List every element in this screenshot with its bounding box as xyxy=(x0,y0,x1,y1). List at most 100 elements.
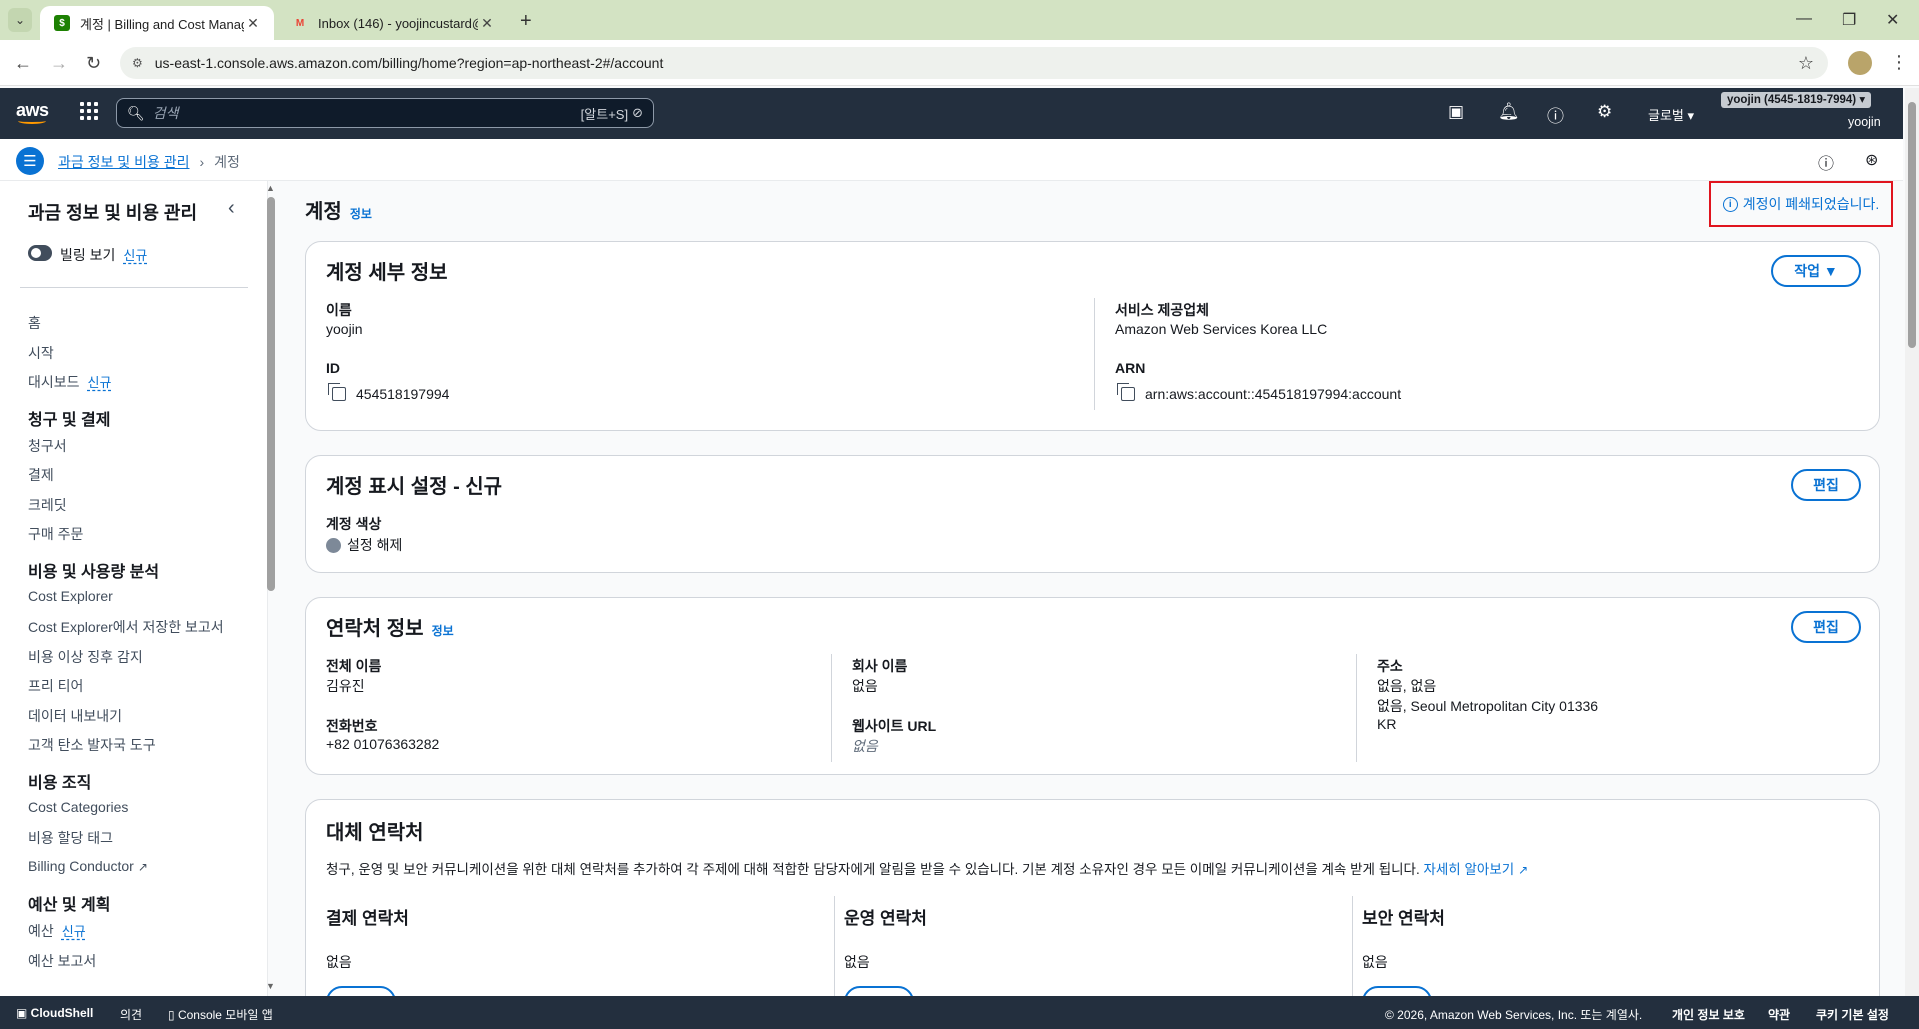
learn-more-link[interactable]: 자세히 알아보기 ↗ xyxy=(1423,862,1528,877)
aws-top-nav: aws 🔍︎ 검색 [알트+S] ⊘ ▣ 🔔︎ ⓘ ⚙ 글로벌 ▾ yoojin… xyxy=(0,88,1903,139)
fullname-label: 전체 이름 xyxy=(326,658,382,674)
info-circle-icon: i xyxy=(1722,196,1738,212)
close-window-icon[interactable]: ✕ xyxy=(1886,10,1899,30)
sidebar-item[interactable]: 크레딧 xyxy=(28,495,67,515)
collapse-sidebar-icon[interactable]: ‹ xyxy=(228,197,235,220)
billing-view-label: 빌링 보기 신규 xyxy=(60,247,148,263)
sidebar-item[interactable]: 대시보드 신규 xyxy=(28,372,111,392)
back-icon[interactable]: ← xyxy=(14,53,32,74)
sidebar-item[interactable]: 비용 이상 징후 감지 xyxy=(28,647,143,667)
sidebar-item[interactable]: 프리 티어 xyxy=(28,676,83,696)
notifications-bell-icon[interactable]: 🔔︎ xyxy=(1498,102,1520,122)
sidebar-item[interactable]: 예산 보고서 xyxy=(28,951,96,971)
forward-icon[interactable]: → xyxy=(50,53,68,74)
services-grid-icon[interactable] xyxy=(80,102,98,120)
page-title: 계정 정보 xyxy=(305,201,372,223)
new-tag[interactable]: 신규 xyxy=(88,375,112,390)
address-line1: 없음, 없음 xyxy=(1377,678,1437,694)
aws-logo[interactable]: aws xyxy=(16,100,49,124)
address-bar: ← → ↻ ⚙ us-east-1.console.aws.amazon.com… xyxy=(0,40,1919,86)
profile-avatar[interactable] xyxy=(1848,51,1872,75)
terms-link[interactable]: 약관 xyxy=(1768,1006,1790,1023)
id-label: ID xyxy=(326,360,340,376)
account-badge[interactable]: yoojin (4545-1819-7994) ▾ xyxy=(1721,92,1872,108)
provider-label: 서비스 제공업체 xyxy=(1115,302,1210,318)
sidebar-scrollbar[interactable]: ▲ ▼ xyxy=(266,183,276,992)
sidebar-section-heading: 청구 및 결제 xyxy=(28,411,111,429)
sidebar-item[interactable]: 예산 신규 xyxy=(28,921,86,941)
account-user[interactable]: yoojin xyxy=(1848,115,1881,129)
info-panel-icon[interactable]: ⓘ xyxy=(1818,150,1834,174)
mobile-app-link[interactable]: ▯ Console 모바일 앱 xyxy=(168,1006,273,1023)
main-scrollbar[interactable] xyxy=(1905,88,1919,996)
copy-icon[interactable] xyxy=(1117,383,1135,401)
sidebar-item[interactable]: 홈 xyxy=(28,313,41,333)
sidebar-item[interactable]: 청구서 xyxy=(28,436,67,456)
security-contact-title: 보안 연락처 xyxy=(1362,909,1445,928)
feedback-link[interactable]: 의견 xyxy=(120,1006,142,1023)
name-value: yoojin xyxy=(326,321,363,337)
privacy-link[interactable]: 개인 정보 보호 xyxy=(1672,1006,1745,1023)
arn-label: ARN xyxy=(1115,360,1146,376)
minimize-icon[interactable]: — xyxy=(1796,10,1812,28)
site-info-icon[interactable]: ⚙ xyxy=(132,56,143,70)
fullname-value: 김유진 xyxy=(326,678,365,694)
info-link[interactable]: 정보 xyxy=(432,624,454,638)
search-input[interactable]: 🔍︎ 검색 [알트+S] ⊘ xyxy=(116,98,654,128)
company-label: 회사 이름 xyxy=(852,658,908,674)
close-tab-icon[interactable]: ✕ xyxy=(244,15,262,32)
new-tab-icon[interactable]: + xyxy=(520,10,532,33)
company-value: 없음 xyxy=(852,678,878,694)
copy-icon[interactable] xyxy=(328,383,346,401)
url-text: us-east-1.console.aws.amazon.com/billing… xyxy=(154,55,664,71)
card-heading: 연락처 정보 정보 xyxy=(326,618,454,640)
account-closed-notice[interactable]: i 계정이 폐쇄되었습니다. xyxy=(1709,181,1893,227)
sidebar-item[interactable]: 데이터 내보내기 xyxy=(28,706,122,726)
browser-menu-icon[interactable]: ⋮ xyxy=(1890,52,1908,73)
breadcrumb-root-link[interactable]: 과금 정보 및 비용 관리 xyxy=(58,152,189,172)
edit-contact-button[interactable]: 편집 xyxy=(1791,611,1861,643)
new-tag[interactable]: 신규 xyxy=(62,924,86,939)
region-selector[interactable]: 글로벌 ▾ xyxy=(1648,105,1694,124)
reload-icon[interactable]: ↻ xyxy=(86,53,101,74)
sidebar-item[interactable]: 구매 주문 xyxy=(28,524,83,544)
actions-button[interactable]: 작업 ▼ xyxy=(1771,255,1861,287)
billing-view-toggle[interactable] xyxy=(28,245,52,261)
alternate-description: 청구, 운영 및 보안 커뮤니케이션을 위한 대체 연락처를 추가하여 각 주제… xyxy=(326,862,1529,877)
sidebar-item[interactable]: 고객 탄소 발자국 도구 xyxy=(28,735,156,755)
sidebar-divider xyxy=(20,287,248,288)
browser-tab-gmail[interactable]: M Inbox (146) - yoojincustard@g ✕ xyxy=(278,6,508,40)
tab-search-button[interactable]: ⌄ xyxy=(8,8,32,32)
sidebar-item[interactable]: 시작 xyxy=(28,343,54,363)
cloudshell-link[interactable]: ▣ CloudShell xyxy=(16,1006,93,1020)
new-tag[interactable]: 신규 xyxy=(123,248,147,263)
edit-display-button[interactable]: 편집 xyxy=(1791,469,1861,501)
sidebar-item[interactable]: Cost Categories xyxy=(28,799,128,815)
help-icon[interactable]: ⓘ xyxy=(1547,102,1564,127)
sidebar-item[interactable]: Cost Explorer에서 저장한 보고서 xyxy=(28,617,224,637)
breadcrumb-separator-icon: › xyxy=(199,154,205,170)
tab-title: 계정 | Billing and Cost Manag xyxy=(80,16,244,32)
sidebar-item[interactable]: Billing Conductor ↗ xyxy=(28,858,148,874)
provider-value: Amazon Web Services Korea LLC xyxy=(1115,321,1328,337)
url-field[interactable]: ⚙ us-east-1.console.aws.amazon.com/billi… xyxy=(120,47,1828,79)
sidebar-item[interactable]: 결제 xyxy=(28,465,54,485)
close-tab-icon[interactable]: ✕ xyxy=(478,15,496,32)
browser-tab-billing[interactable]: $ 계정 | Billing and Cost Manag ✕ xyxy=(40,6,274,40)
sidebar-item[interactable]: 비용 할당 태그 xyxy=(28,828,113,848)
card-heading: 계정 표시 설정 - 신규 xyxy=(326,476,503,498)
sidebar-item[interactable]: Cost Explorer xyxy=(28,588,113,604)
console-footer: ▣ CloudShell 의견 ▯ Console 모바일 앱 © 2026, … xyxy=(0,996,1919,1029)
restore-icon[interactable]: ❐ xyxy=(1842,10,1856,30)
ops-contact-title: 운영 연락처 xyxy=(844,909,927,928)
website-label: 웹사이트 URL xyxy=(852,718,937,734)
address-line3: KR xyxy=(1377,716,1397,732)
bookmark-star-icon[interactable]: ☆ xyxy=(1798,53,1814,74)
billing-contact-title: 결제 연락처 xyxy=(326,909,409,928)
feedback-icon[interactable]: ⊛ xyxy=(1865,150,1878,170)
cloudshell-icon[interactable]: ▣ xyxy=(1448,102,1464,122)
cookie-settings-link[interactable]: 쿠키 기본 설정 xyxy=(1816,1006,1889,1023)
info-link[interactable]: 정보 xyxy=(350,207,372,221)
hamburger-menu-icon[interactable]: ☰ xyxy=(16,147,44,175)
settings-gear-icon[interactable]: ⚙ xyxy=(1597,102,1612,122)
